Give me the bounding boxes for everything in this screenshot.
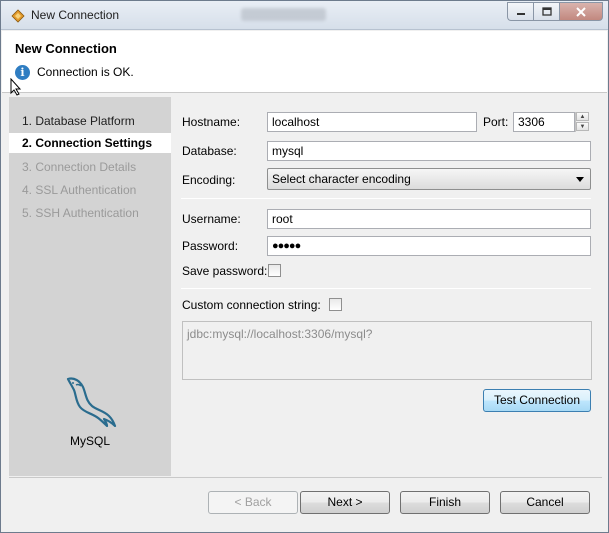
mysql-dolphin-icon: [66, 377, 117, 427]
finish-button[interactable]: Finish: [400, 491, 490, 514]
save-password-checkbox[interactable]: [268, 264, 281, 277]
hostname-label: Hostname:: [182, 115, 241, 129]
maximize-icon: [541, 6, 552, 16]
close-button[interactable]: [559, 2, 603, 21]
section-divider: [181, 288, 591, 289]
port-label: Port:: [483, 115, 509, 129]
port-increment-button[interactable]: ▲: [576, 112, 589, 121]
database-label: Database:: [182, 144, 237, 158]
port-decrement-button[interactable]: ▼: [576, 122, 589, 131]
dropdown-arrow-icon: [576, 177, 584, 182]
back-button[interactable]: < Back: [208, 491, 298, 514]
banner-status-message: Connection is OK.: [37, 65, 134, 79]
save-password-label: Save password:: [182, 264, 268, 278]
window-caption-buttons: [507, 2, 603, 21]
next-button[interactable]: Next >: [300, 491, 390, 514]
custom-string-checkbox[interactable]: [329, 298, 342, 311]
database-input[interactable]: mysql: [267, 141, 591, 161]
connection-settings-form: Hostname: localhost Port: 3306 ▲ ▼ Datab…: [171, 97, 601, 476]
step-connection-details: 3. Connection Details: [22, 160, 137, 174]
username-input[interactable]: root: [267, 209, 591, 229]
minimize-button[interactable]: [507, 2, 533, 21]
step-ssh-authentication: 5. SSH Authentication: [22, 206, 139, 220]
step-database-platform[interactable]: 1. Database Platform: [22, 114, 135, 128]
window-title: New Connection: [31, 8, 120, 22]
maximize-button[interactable]: [533, 2, 559, 21]
cancel-button[interactable]: Cancel: [500, 491, 590, 514]
custom-connection-string-textarea[interactable]: jdbc:mysql://localhost:3306/mysql?: [182, 321, 592, 380]
wizard-steps-panel: 1. Database Platform 2. Connection Setti…: [9, 97, 171, 476]
blurred-title-text: [241, 8, 326, 21]
encoding-select[interactable]: Select character encoding: [267, 168, 591, 190]
encoding-selected-value: Select character encoding: [272, 172, 411, 186]
username-label: Username:: [182, 212, 241, 226]
app-icon: [11, 9, 25, 23]
section-divider: [181, 198, 591, 199]
hostname-input[interactable]: localhost: [267, 112, 477, 132]
footer-divider: [9, 477, 602, 478]
step-connection-settings[interactable]: 2. Connection Settings: [22, 136, 152, 150]
new-connection-dialog: New Connection New Connection i Connecti…: [0, 0, 609, 533]
minimize-icon: [516, 12, 525, 15]
test-connection-button[interactable]: Test Connection: [483, 389, 591, 412]
platform-name: MySQL: [69, 434, 110, 448]
password-input[interactable]: ●●●●●: [267, 236, 591, 256]
close-icon: [576, 6, 586, 17]
title-bar[interactable]: New Connection: [1, 1, 608, 30]
custom-string-label: Custom connection string:: [182, 298, 321, 312]
banner-title: New Connection: [15, 41, 117, 56]
mouse-cursor-icon: [10, 78, 22, 96]
password-label: Password:: [182, 239, 239, 253]
port-spinner[interactable]: ▲ ▼: [575, 112, 589, 132]
step-ssl-authentication: 4. SSL Authentication: [22, 183, 137, 197]
port-input[interactable]: 3306: [513, 112, 575, 132]
encoding-label: Encoding:: [182, 173, 236, 187]
wizard-banner: New Connection i Connection is OK.: [2, 31, 607, 93]
